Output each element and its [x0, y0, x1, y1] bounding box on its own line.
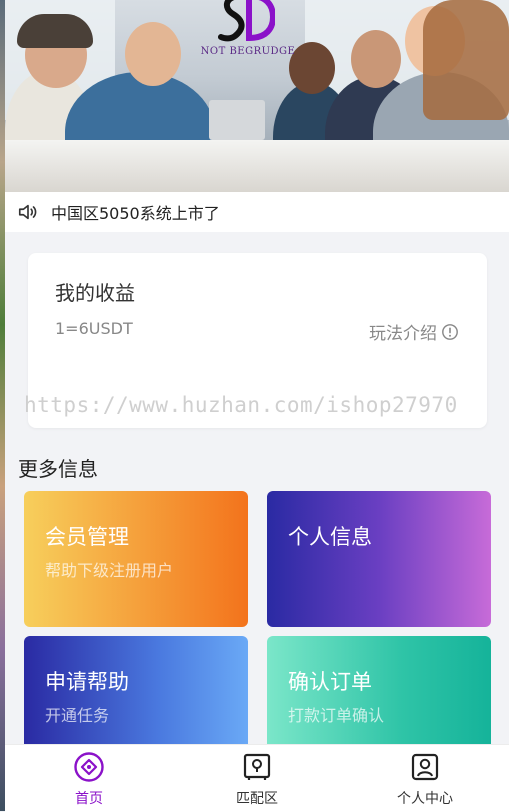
tile-title: 个人信息 [288, 525, 372, 549]
banner-person-hair [423, 0, 509, 120]
banner-desk [5, 140, 509, 192]
bottom-tab-bar: 首页 匹配区 个人中心 [5, 744, 509, 812]
hero-banner: NOT BEGRUDGE [5, 0, 509, 192]
income-title: 我的收益 [55, 281, 135, 305]
banner-person-head [125, 22, 181, 86]
tab-label: 首页 [75, 791, 103, 807]
announcement-bar[interactable]: 中国区5050系统上市了 [5, 192, 509, 232]
speaker-icon [18, 204, 37, 220]
exchange-rate: 1=6USDT [55, 319, 133, 338]
rules-link[interactable]: 玩法介绍 [369, 319, 459, 344]
tab-match[interactable]: 匹配区 [173, 745, 341, 812]
logo-text: NOT BEGRUDGE [200, 46, 296, 57]
banner-laptop [209, 100, 265, 140]
personal-info-tile[interactable]: 个人信息 [267, 491, 491, 627]
tile-subtitle: 开通任务 [45, 706, 110, 725]
logo-mark-icon [218, 0, 275, 42]
tile-subtitle: 帮助下级注册用户 [45, 561, 174, 580]
rules-label: 玩法介绍 [369, 324, 437, 344]
info-icon [442, 323, 458, 340]
brand-logo: NOT BEGRUDGE [193, 0, 303, 60]
watermark-text: https://www.huzhan.com/ishop27970 [24, 393, 458, 417]
banner-person-head [351, 30, 401, 88]
tab-label: 个人中心 [397, 791, 453, 807]
home-icon [74, 752, 104, 782]
match-icon [243, 753, 271, 780]
announcement-text: 中国区5050系统上市了 [51, 204, 220, 223]
member-management-tile[interactable]: 会员管理 帮助下级注册用户 [24, 491, 248, 627]
tab-label: 匹配区 [236, 791, 278, 807]
tab-profile[interactable]: 个人中心 [341, 745, 509, 812]
profile-icon [411, 753, 439, 781]
tile-title: 确认订单 [288, 670, 372, 694]
tile-subtitle: 打款订单确认 [288, 706, 385, 725]
tab-home[interactable]: 首页 [5, 745, 173, 812]
tile-title: 会员管理 [45, 525, 129, 549]
section-title-more-info: 更多信息 [18, 457, 98, 481]
banner-person-hair [17, 14, 93, 48]
tile-title: 申请帮助 [45, 670, 129, 694]
